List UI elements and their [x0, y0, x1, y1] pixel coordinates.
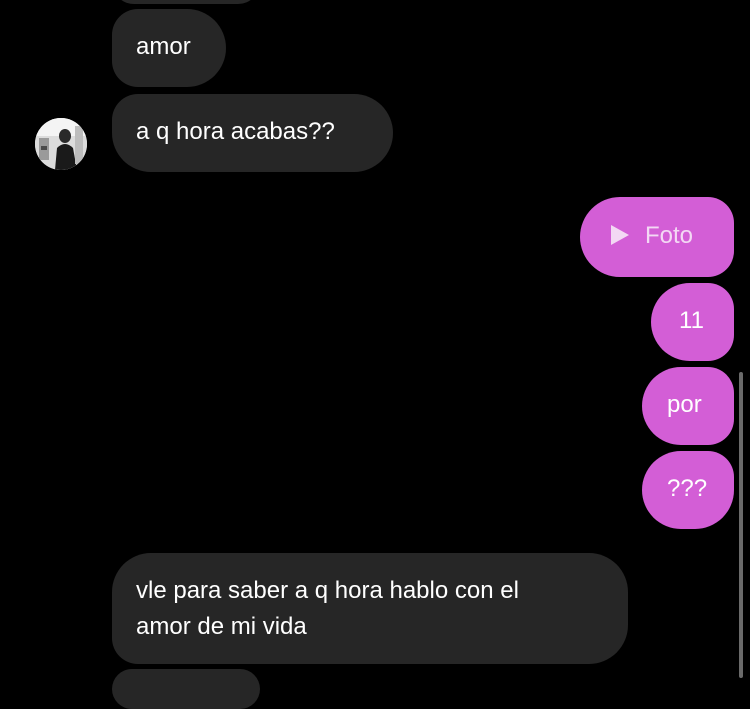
message-text-line: amor de mi vida [136, 613, 307, 640]
message-text: Foto [645, 222, 694, 249]
message-bubble-incoming[interactable]: a q hora acabas?? [112, 94, 393, 172]
message-text: por [667, 391, 702, 418]
message-bubble-partial-top[interactable] [112, 0, 260, 4]
message-bubble-outgoing[interactable]: 11 [651, 283, 734, 361]
avatar-photo-icon [35, 118, 87, 170]
message-text-line: vle para saber a q hora hablo con el [136, 577, 519, 604]
message-bubble-incoming[interactable]: vle para saber a q hora hablo con el amo… [112, 553, 628, 664]
message-text: ??? [667, 475, 708, 502]
message-bubble-incoming[interactable]: amor [112, 9, 226, 87]
message-text: amor [136, 33, 191, 60]
scrollbar[interactable] [739, 372, 743, 678]
message-text: a q hora acabas?? [136, 118, 335, 145]
photo-message-bubble[interactable]: Foto [580, 197, 734, 277]
message-bubble-outgoing[interactable]: por [642, 367, 734, 445]
message-bubble-partial-bottom[interactable] [112, 669, 260, 709]
play-icon [611, 225, 629, 246]
message-text: 11 [679, 307, 704, 334]
message-bubble-outgoing[interactable]: ??? [642, 451, 734, 529]
avatar[interactable] [35, 118, 87, 170]
